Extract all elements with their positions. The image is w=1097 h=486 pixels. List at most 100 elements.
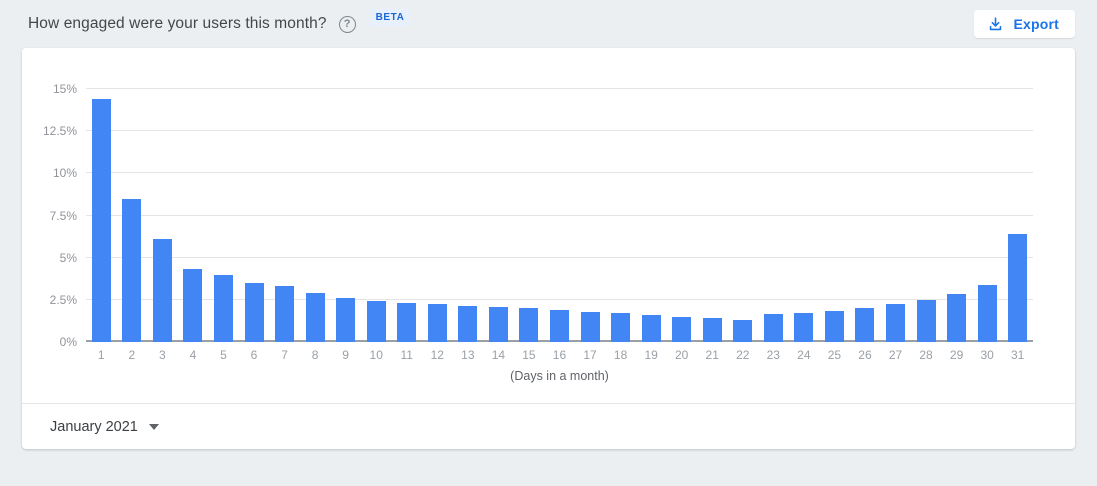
month-selector-dropdown[interactable]: January 2021 bbox=[50, 419, 159, 435]
bar-day-13[interactable] bbox=[458, 306, 477, 342]
bar-day-2[interactable] bbox=[122, 199, 141, 342]
bar-slot bbox=[972, 89, 1003, 342]
bar-day-23[interactable] bbox=[764, 314, 783, 342]
bar-day-26[interactable] bbox=[855, 308, 874, 342]
month-selector-value: January 2021 bbox=[50, 419, 138, 435]
x-axis-tick-label: 7 bbox=[269, 348, 300, 362]
page: { "header": { "title": "How engaged were… bbox=[0, 0, 1097, 486]
x-axis-tick-label: 1 bbox=[86, 348, 117, 362]
bar-slot bbox=[758, 89, 789, 342]
x-axis-tick-label: 23 bbox=[758, 348, 789, 362]
bar-day-21[interactable] bbox=[703, 318, 722, 342]
bar-slot bbox=[239, 89, 270, 342]
bar-slot bbox=[819, 89, 850, 342]
x-axis-tick-label: 13 bbox=[453, 348, 484, 362]
x-axis-tick-label: 27 bbox=[880, 348, 911, 362]
bar-day-14[interactable] bbox=[489, 307, 508, 342]
y-axis-tick-label: 2.5% bbox=[50, 293, 77, 307]
bar-day-3[interactable] bbox=[153, 239, 172, 342]
y-axis-tick-label: 5% bbox=[60, 251, 77, 265]
bar-day-24[interactable] bbox=[794, 313, 813, 342]
bar-slot bbox=[86, 89, 117, 342]
y-axis-tick-label: 0% bbox=[60, 335, 77, 349]
bar-day-5[interactable] bbox=[214, 275, 233, 342]
bar-day-28[interactable] bbox=[917, 300, 936, 342]
bar-day-17[interactable] bbox=[581, 312, 600, 342]
engagement-chart-card: 0%2.5%5%7.5%10%12.5%15% 1234567891011121… bbox=[22, 48, 1075, 449]
bar-day-30[interactable] bbox=[978, 285, 997, 342]
x-axis-tick-label: 8 bbox=[300, 348, 331, 362]
bar-day-6[interactable] bbox=[245, 283, 264, 342]
bar-slot bbox=[300, 89, 331, 342]
bar-day-25[interactable] bbox=[825, 311, 844, 342]
bar-day-19[interactable] bbox=[642, 315, 661, 342]
export-button-label: Export bbox=[1013, 16, 1059, 32]
bar-day-31[interactable] bbox=[1008, 234, 1027, 342]
bar-slot bbox=[636, 89, 667, 342]
bar-day-22[interactable] bbox=[733, 320, 752, 342]
bar-day-15[interactable] bbox=[519, 308, 538, 342]
x-axis-tick-label: 12 bbox=[422, 348, 453, 362]
bar-day-10[interactable] bbox=[367, 301, 386, 342]
bar-day-27[interactable] bbox=[886, 304, 905, 342]
bar-day-16[interactable] bbox=[550, 310, 569, 342]
bar-slot bbox=[880, 89, 911, 342]
x-axis-tick-label: 11 bbox=[391, 348, 422, 362]
x-axis-tick-label: 2 bbox=[117, 348, 148, 362]
bar-slot bbox=[666, 89, 697, 342]
bar-day-20[interactable] bbox=[672, 317, 691, 342]
bar-slot bbox=[147, 89, 178, 342]
bar-slot bbox=[850, 89, 881, 342]
x-axis-tick-label: 17 bbox=[575, 348, 606, 362]
bar-chart-plot-area: 0%2.5%5%7.5%10%12.5%15% bbox=[86, 89, 1033, 342]
card-footer: January 2021 bbox=[22, 403, 1075, 449]
bar-slot bbox=[422, 89, 453, 342]
x-axis-tick-label: 5 bbox=[208, 348, 239, 362]
x-axis-tick-label: 19 bbox=[636, 348, 667, 362]
bar-slot bbox=[575, 89, 606, 342]
bar-slot bbox=[941, 89, 972, 342]
bar-slot bbox=[544, 89, 575, 342]
bar-slot bbox=[208, 89, 239, 342]
y-axis-tick-label: 15% bbox=[53, 82, 77, 96]
x-axis-tick-label: 28 bbox=[911, 348, 942, 362]
bar-slot bbox=[269, 89, 300, 342]
bar-day-9[interactable] bbox=[336, 298, 355, 342]
x-axis-tick-label: 24 bbox=[789, 348, 820, 362]
x-axis-tick-label: 30 bbox=[972, 348, 1003, 362]
x-axis-tick-label: 18 bbox=[605, 348, 636, 362]
x-axis-tick-label: 16 bbox=[544, 348, 575, 362]
bar-day-29[interactable] bbox=[947, 294, 966, 342]
bar-slot bbox=[178, 89, 209, 342]
x-axis-tick-label: 3 bbox=[147, 348, 178, 362]
bar-slot bbox=[605, 89, 636, 342]
y-axis-tick-label: 12.5% bbox=[43, 124, 77, 138]
x-axis-tick-label: 15 bbox=[514, 348, 545, 362]
x-axis-tick-label: 26 bbox=[850, 348, 881, 362]
x-axis-tick-label: 14 bbox=[483, 348, 514, 362]
bar-day-7[interactable] bbox=[275, 286, 294, 342]
x-axis-tick-labels: 1234567891011121314151617181920212223242… bbox=[86, 348, 1033, 362]
bar-series bbox=[86, 89, 1033, 342]
header: How engaged were your users this month? … bbox=[0, 0, 1097, 48]
x-axis-tick-label: 29 bbox=[941, 348, 972, 362]
bar-day-18[interactable] bbox=[611, 313, 630, 342]
x-axis-tick-label: 4 bbox=[178, 348, 209, 362]
bar-day-4[interactable] bbox=[183, 269, 202, 342]
bar-day-12[interactable] bbox=[428, 304, 447, 342]
bar-slot bbox=[911, 89, 942, 342]
help-icon[interactable]: ? bbox=[339, 16, 356, 33]
bar-slot bbox=[483, 89, 514, 342]
bar-day-1[interactable] bbox=[92, 99, 111, 342]
x-axis-tick-label: 20 bbox=[666, 348, 697, 362]
bar-slot bbox=[361, 89, 392, 342]
bar-slot bbox=[514, 89, 545, 342]
x-axis-tick-label: 22 bbox=[727, 348, 758, 362]
bar-day-11[interactable] bbox=[397, 303, 416, 342]
bar-slot bbox=[330, 89, 361, 342]
bar-day-8[interactable] bbox=[306, 293, 325, 342]
export-button[interactable]: Export bbox=[974, 10, 1075, 38]
x-axis-tick-label: 25 bbox=[819, 348, 850, 362]
page-title: How engaged were your users this month? bbox=[28, 15, 327, 33]
bar-slot bbox=[453, 89, 484, 342]
